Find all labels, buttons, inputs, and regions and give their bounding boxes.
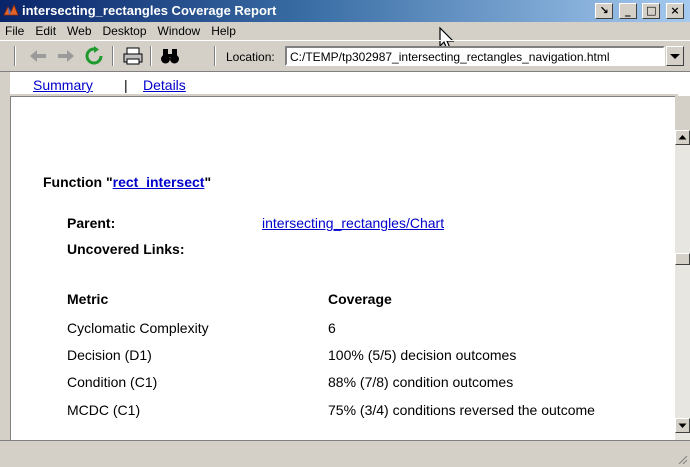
toolbar-grip [14,46,16,66]
resize-grip-icon[interactable] [676,453,688,465]
metric-coverage: 75% (3/4) conditions reversed the outcom… [328,402,595,418]
location-label: Location: [226,50,275,64]
back-arrow-icon[interactable] [26,45,50,67]
scrollbar-thumb[interactable] [675,253,690,265]
parent-link[interactable]: intersecting_rectangles/Chart [262,215,444,231]
tab-details[interactable]: Details [143,77,186,93]
vertical-scrollbar[interactable] [675,130,690,440]
window-title: intersecting_rectangles Coverage Report [22,3,277,18]
scroll-down-icon [678,423,687,428]
function-name-link[interactable]: rect_intersect [113,174,205,190]
chevron-down-icon [670,54,680,59]
report-window: intersecting_rectangles Coverage Report … [0,0,690,467]
uncovered-links-label: Uncovered Links: [67,241,185,257]
scroll-up-icon [678,135,687,140]
report-tabs: Summary | Details [10,72,690,96]
title-bar[interactable]: intersecting_rectangles Coverage Report … [0,0,690,22]
tab-summary[interactable]: Summary [33,77,93,93]
menu-web[interactable]: Web [62,22,97,38]
function-heading: Function "rect_intersect" [43,174,212,190]
scroll-down-button[interactable] [675,418,690,433]
menu-edit[interactable]: Edit [30,22,62,38]
toolbar-separator [214,46,216,66]
metric-name: Condition (C1) [67,374,158,390]
refresh-icon[interactable] [82,45,106,67]
metric-name: Cyclomatic Complexity [67,320,209,336]
location-field[interactable]: C:/TEMP/tp302987_intersecting_rectangles… [285,46,665,66]
toolbar: Location: C:/TEMP/tp302987_intersecting_… [0,40,690,72]
metric-column-header: Metric [67,291,109,307]
toolbar-separator [150,46,152,66]
maximize-button[interactable]: □ [642,3,661,19]
toolbar-separator [112,46,114,66]
metric-coverage: 100% (5/5) decision outcomes [328,347,517,363]
print-icon[interactable] [121,45,145,67]
metric-name: Decision (D1) [67,347,152,363]
scroll-up-button[interactable] [675,130,690,145]
menu-help[interactable]: Help [206,22,242,38]
undock-button[interactable]: ↘ [595,3,614,19]
coverage-column-header: Coverage [328,291,392,307]
menu-file[interactable]: File [0,22,30,38]
menu-window[interactable]: Window [153,22,207,38]
menu-desktop[interactable]: Desktop [98,22,153,38]
minimize-button[interactable]: _ [618,3,637,19]
matlab-logo-icon [3,3,19,16]
metric-coverage: 6 [328,320,336,336]
metric-name: MCDC (C1) [67,402,141,418]
status-bar [0,440,690,467]
menu-bar: File Edit Web Desktop Window Help [0,22,690,40]
find-binoculars-icon[interactable] [158,45,182,67]
close-button[interactable]: × [666,3,684,19]
location-dropdown-button[interactable] [666,46,684,66]
tab-separator: | [124,77,128,93]
parent-label: Parent: [67,215,116,231]
forward-arrow-icon[interactable] [54,45,78,67]
metric-coverage: 88% (7/8) condition outcomes [328,374,514,390]
